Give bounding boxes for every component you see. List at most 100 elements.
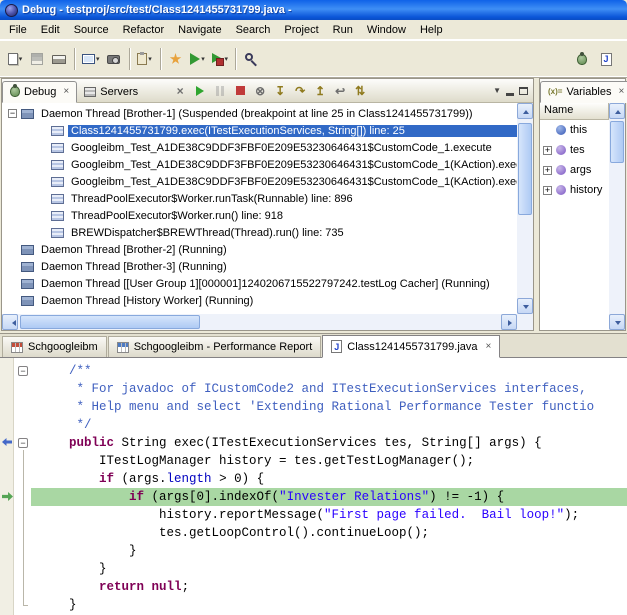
view-menu-icon[interactable]: ▼ (493, 86, 501, 95)
report-button[interactable]: ▾ (134, 47, 156, 71)
scrollbar-thumb[interactable] (610, 121, 624, 163)
scroll-left-icon[interactable] (2, 314, 18, 330)
new-button[interactable]: ▾ (4, 47, 26, 71)
open-test-button[interactable]: ▾ (79, 47, 103, 71)
remove-terminated-button[interactable]: × (171, 82, 189, 99)
menu-help[interactable]: Help (413, 21, 450, 39)
frame-icon (51, 228, 64, 238)
editor-tab[interactable]: Schgoogleibm - Performance Report (108, 336, 322, 357)
menu-source[interactable]: Source (67, 21, 116, 39)
search-button[interactable] (240, 47, 262, 71)
menu-edit[interactable]: Edit (34, 21, 67, 39)
tree-row-label: Class1241455731799.exec(ITestExecutionSe… (68, 125, 517, 137)
terminate-button[interactable] (231, 82, 249, 99)
tree-row[interactable]: Googleibm_Test_A1DE38C9DDF3FBF0E209E5323… (2, 139, 517, 156)
close-icon[interactable]: × (486, 341, 492, 352)
run-button[interactable]: ▾ (187, 47, 209, 71)
scrollbar-thumb[interactable] (518, 123, 532, 215)
variable-row[interactable]: +args (540, 160, 609, 180)
scroll-down-icon[interactable] (517, 298, 533, 314)
perspective-debug-button[interactable] (571, 47, 593, 71)
scroll-up-icon[interactable] (517, 103, 533, 119)
tree-row[interactable]: Daemon Thread [Brother-2] (Running) (2, 241, 517, 258)
code-line: * Help menu and select 'Extending Ration… (39, 398, 627, 416)
perf-icon (11, 342, 23, 353)
code-content[interactable]: /** * For javadoc of ICustomCode2 and IT… (31, 358, 627, 615)
tree-row[interactable]: Daemon Thread [Brother-3] (Running) (2, 258, 517, 275)
tree-row[interactable]: Daemon Thread [[User Group 1][000001]124… (2, 275, 517, 292)
tree-row[interactable]: Class1241455731799.exec(ITestExecutionSe… (2, 122, 517, 139)
step-over-button[interactable]: ↷ (291, 82, 309, 99)
disconnect-button[interactable]: ⊗ (251, 82, 269, 99)
code-line: if (args[0].indexOf("Invester Relations"… (31, 488, 627, 506)
resume-button[interactable] (191, 82, 209, 99)
tree-row[interactable]: Daemon Thread [History Worker] (Running) (2, 292, 517, 309)
print-button[interactable] (48, 47, 70, 71)
variable-row[interactable]: +tes (540, 140, 609, 160)
perspective-java-button[interactable] (595, 47, 617, 71)
drop-to-frame-button[interactable]: ↩ (331, 82, 349, 99)
annotation-ruler[interactable] (0, 358, 14, 615)
step-return-button[interactable]: ↥ (311, 82, 329, 99)
step-into-button[interactable]: ↧ (271, 82, 289, 99)
tree-row[interactable]: ThreadPoolExecutor$Worker.run() line: 91… (2, 207, 517, 224)
folding-ruler[interactable]: −− (15, 358, 31, 615)
java-editor[interactable]: −− /** * For javadoc of ICustomCode2 and… (0, 358, 627, 615)
save-button[interactable] (26, 47, 48, 71)
scroll-right-icon[interactable] (501, 314, 517, 330)
editor-tab[interactable]: Class1241455731799.java× (322, 335, 500, 358)
step-filters-button[interactable]: ⇅ (351, 82, 369, 99)
clipboard-icon (137, 53, 147, 65)
tree-row-label: Daemon Thread [Brother-3] (Running) (38, 261, 230, 273)
suspend-button[interactable] (211, 82, 229, 99)
menu-navigate[interactable]: Navigate (171, 21, 228, 39)
variables-vertical-scrollbar[interactable] (609, 103, 625, 330)
toolbar-button-group: ▾▾▾▾▾ (4, 47, 571, 71)
scroll-down-icon[interactable] (609, 314, 625, 330)
menu-refactor[interactable]: Refactor (116, 21, 172, 39)
close-icon[interactable]: × (63, 86, 69, 97)
view-controls: ▼ (493, 86, 533, 96)
expander-plus-icon[interactable]: + (543, 146, 552, 155)
scroll-up-icon[interactable] (609, 103, 625, 119)
menu-project[interactable]: Project (277, 21, 325, 39)
variables-view: (x)= Variables × Name this+tes+args+hist… (539, 78, 626, 331)
burst-icon (170, 53, 182, 65)
editor-tab[interactable]: Schgoogleibm (2, 336, 107, 357)
record-button[interactable] (103, 47, 125, 71)
expander-plus-icon[interactable]: + (543, 166, 552, 175)
expander-plus-icon[interactable]: + (543, 186, 552, 195)
tree-row[interactable]: −Daemon Thread [Brother-1] (Suspended (b… (2, 105, 517, 122)
variable-row[interactable]: this (540, 120, 609, 140)
tab-debug[interactable]: Debug × (2, 81, 77, 103)
variable-row[interactable]: +history (540, 180, 609, 200)
debug-view-toolbar: × ⊗↧↷↥↩⇅ (171, 82, 369, 99)
tree-row[interactable]: Googleibm_Test_A1DE38C9DDF3FBF0E209E5323… (2, 173, 517, 190)
minimize-icon[interactable] (506, 93, 514, 96)
tree-row[interactable]: ThreadPoolExecutor$Worker.runTask(Runnab… (2, 190, 517, 207)
name-column-header[interactable]: Name (540, 103, 609, 120)
menu-bar: FileEditSourceRefactorNavigateSearchProj… (0, 20, 627, 40)
menu-search[interactable]: Search (229, 21, 278, 39)
tree-row[interactable]: Googleibm_Test_A1DE38C9DDF3FBF0E209E5323… (2, 156, 517, 173)
doc-icon (8, 53, 18, 65)
title-bar[interactable]: Debug - testproj/src/test/Class124145573… (0, 0, 627, 20)
external-tools-button[interactable]: ▾ (209, 47, 232, 71)
toolbar-separator (74, 48, 75, 70)
tab-servers[interactable]: Servers (77, 81, 145, 103)
tab-variables-label: Variables (566, 86, 611, 98)
collapse-icon[interactable]: − (18, 438, 28, 448)
maximize-icon[interactable] (519, 87, 528, 95)
close-icon[interactable]: × (619, 86, 625, 97)
expander-minus-icon[interactable]: − (8, 109, 17, 118)
menu-file[interactable]: File (2, 21, 34, 39)
debug-event-button[interactable] (165, 47, 187, 71)
menu-window[interactable]: Window (360, 21, 413, 39)
collapse-icon[interactable]: − (18, 366, 28, 376)
tree-row[interactable]: BREWDispatcher$BREWThread(Thread).run() … (2, 224, 517, 241)
debug-horizontal-scrollbar[interactable] (2, 314, 517, 330)
tab-variables[interactable]: (x)= Variables × (540, 81, 627, 103)
menu-run[interactable]: Run (326, 21, 360, 39)
scrollbar-thumb[interactable] (20, 315, 200, 329)
debug-vertical-scrollbar[interactable] (517, 103, 533, 314)
